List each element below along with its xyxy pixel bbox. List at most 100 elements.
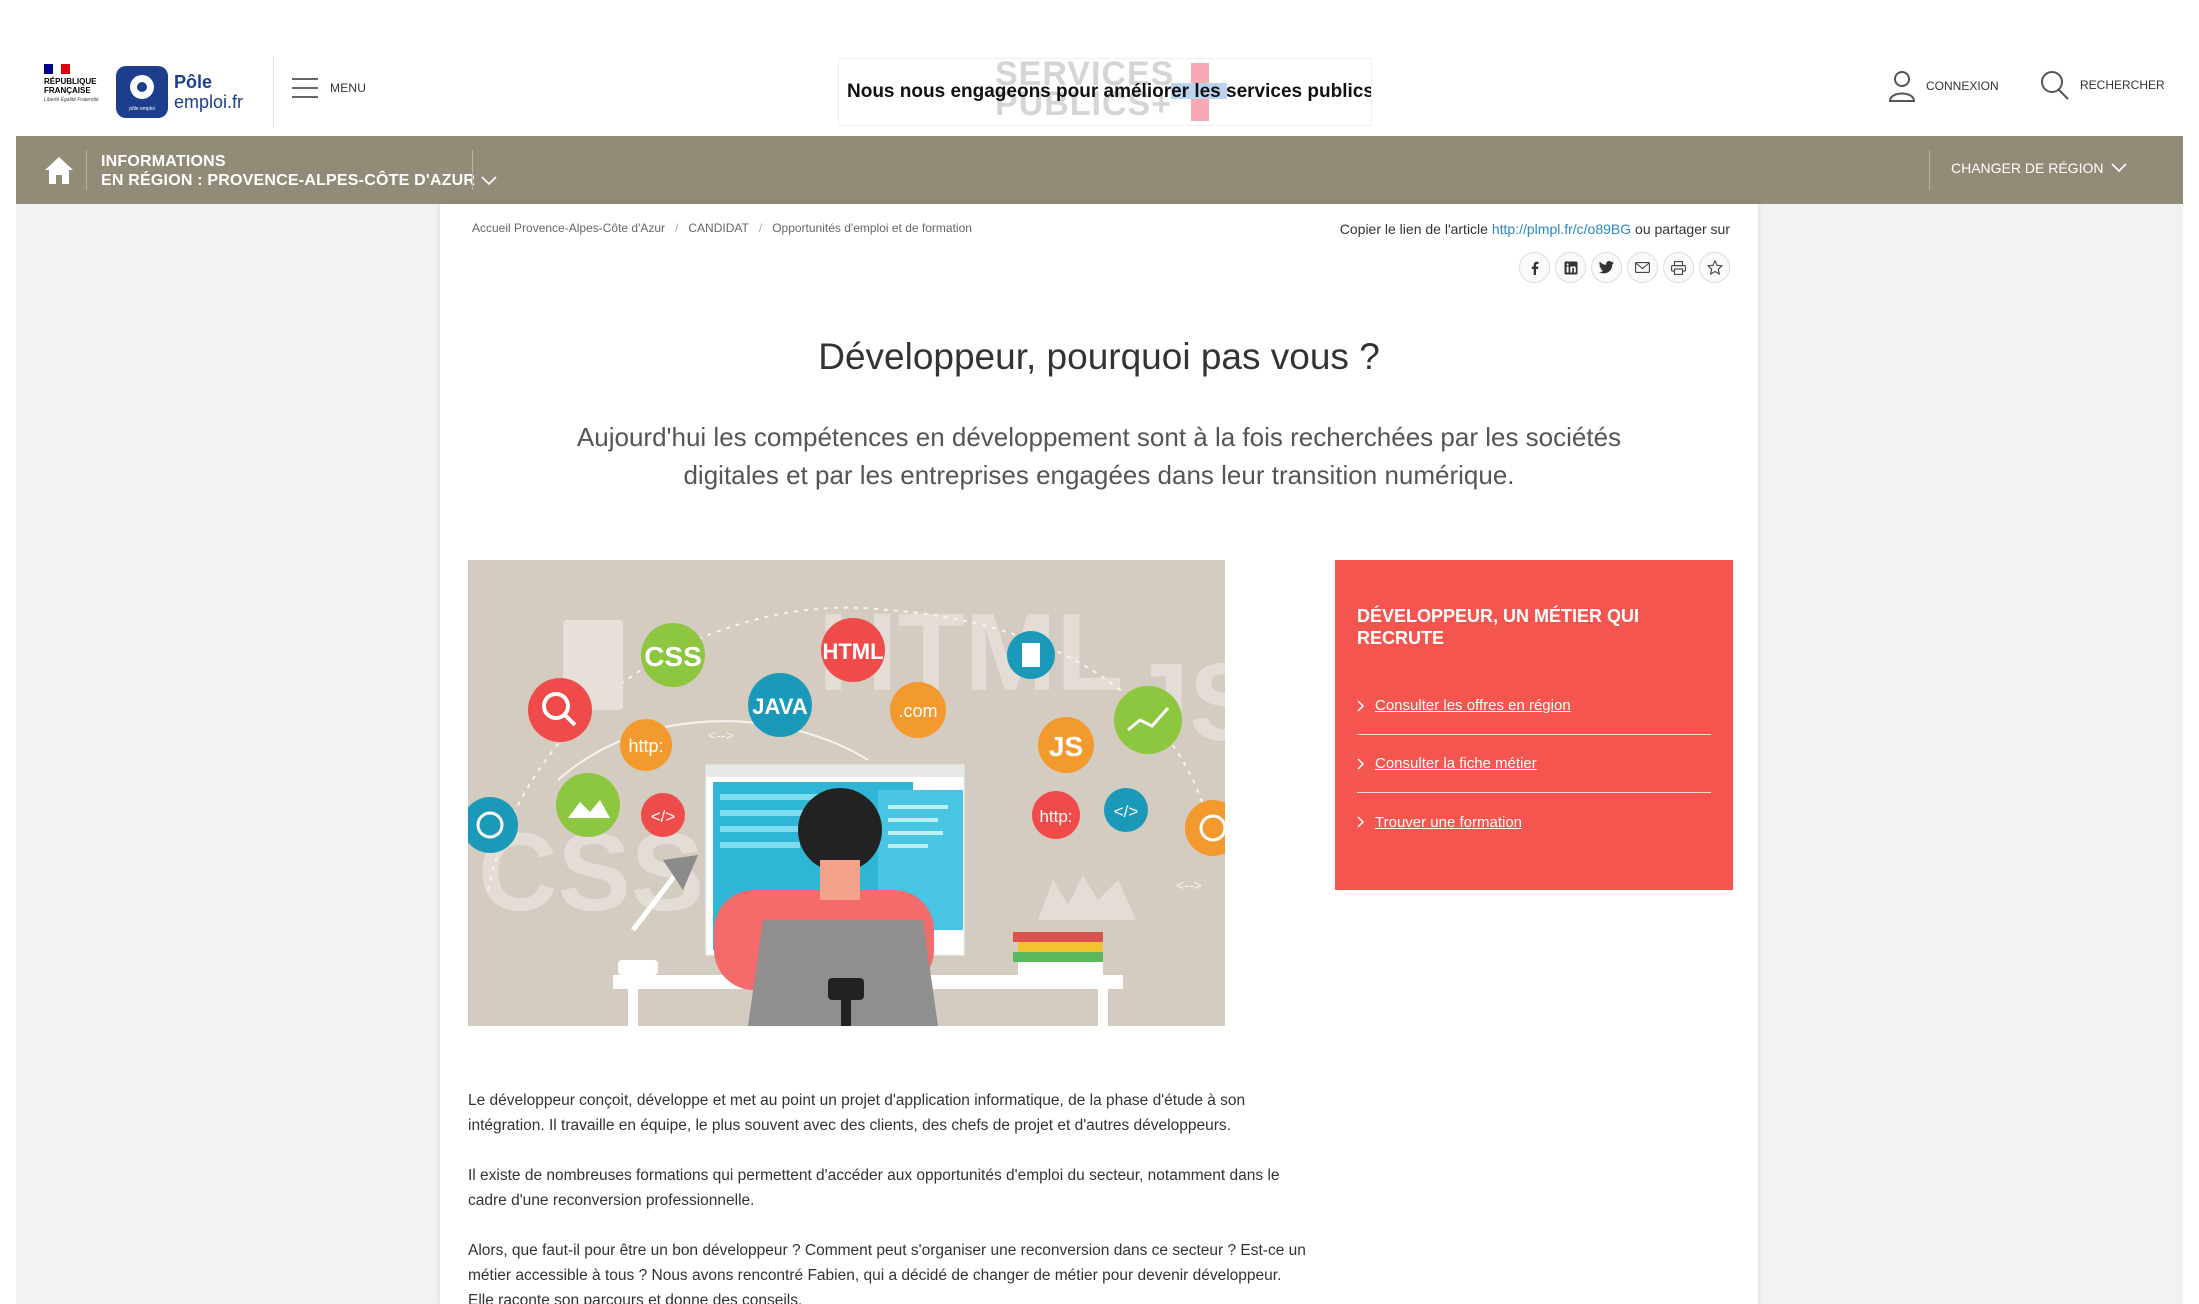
css-bubble-label: CSS [644, 641, 702, 672]
code-bubble-icon-2: </> [641, 793, 685, 837]
com-bubble-label: .com [898, 701, 937, 721]
region-bar: INFORMATIONS EN RÉGION : PROVENCE-ALPES-… [16, 136, 2183, 204]
pe-name-line1: Pôle [174, 72, 213, 92]
user-icon [1888, 71, 1916, 102]
share-suffix: ou partager sur [1635, 221, 1730, 237]
pe-name-line2: emploi.fr [174, 92, 244, 112]
breadcrumb: Accueil Provence-Alpes-Côte d'Azur / CAN… [472, 221, 972, 235]
share-facebook-button[interactable] [1519, 252, 1550, 283]
page-title: Développeur, pourquoi pas vous ? [818, 336, 1380, 377]
republique-francaise-logo[interactable]: RÉPUBLIQUE FRANÇAISE Liberté Égalité Fra… [44, 64, 114, 122]
java-bubble-label: JAVA [752, 694, 808, 719]
region-bar-divider [1929, 150, 1930, 190]
pole-emploi-logo[interactable]: pôle emploi Pôle emploi.fr [116, 66, 243, 118]
arrows-label-2: <--> [1176, 877, 1202, 893]
cta-link-offres[interactable]: Consulter les offres en région [1357, 677, 1711, 735]
email-icon [1635, 262, 1650, 273]
print-icon [1671, 260, 1686, 275]
pole-emploi-name: Pôle emploi.fr [174, 72, 243, 112]
html-bubble-label: HTML [822, 639, 883, 664]
print-button[interactable] [1663, 252, 1694, 283]
home-icon [45, 157, 73, 184]
linkedin-icon [1564, 261, 1577, 274]
cta-link-fiche-metier[interactable]: Consulter la fiche métier [1357, 735, 1711, 793]
search-bubble-icon [528, 678, 592, 742]
rf-motto: Liberté Égalité Fraternité [44, 97, 99, 103]
article-card: Accueil Provence-Alpes-Côte d'Azur / CAN… [440, 204, 1758, 1304]
region-name: EN RÉGION : PROVENCE-ALPES-CÔTE D'AZUR [101, 172, 476, 189]
chevron-down-icon [481, 175, 497, 185]
share-link[interactable]: http://plmpl.fr/c/o89BG [1492, 221, 1631, 237]
developer-illustration-art: HTML JS CSS [468, 560, 1225, 1026]
connexion-label: CONNEXION [1926, 79, 1999, 93]
menu-button[interactable]: MENU [292, 78, 366, 98]
breadcrumb-separator: / [675, 221, 679, 235]
share-prefix: Copier le lien de l'article [1339, 221, 1488, 237]
favorite-button[interactable] [1699, 252, 1730, 283]
css-bubble-icon: CSS [641, 623, 705, 687]
services-publics-banner[interactable]: SERVICES PUBLICS+ Nous nous engageons po… [838, 58, 1372, 126]
header-divider [273, 56, 274, 128]
arrows-label: <--> [708, 727, 734, 743]
pole-emploi-badge-icon: pôle emploi [116, 66, 168, 118]
breadcrumb-item-home[interactable]: Accueil Provence-Alpes-Côte d'Azur [472, 221, 665, 235]
region-bar-divider [472, 150, 473, 190]
french-flag-icon [44, 64, 71, 74]
java-bubble-icon: JAVA [748, 673, 812, 737]
region-info-label: INFORMATIONS [101, 153, 226, 170]
region-dropdown[interactable]: EN RÉGION : PROVENCE-ALPES-CÔTE D'AZUR [101, 171, 497, 190]
share-linkedin-button[interactable] [1555, 252, 1586, 283]
home-button[interactable] [42, 153, 76, 187]
rechercher-label: RECHERCHER [2080, 78, 2165, 92]
twitter-icon [1599, 261, 1614, 274]
article-paragraph: Alors, que faut-il pour être un bon déve… [468, 1242, 1306, 1304]
article-paragraph: Il existe de nombreuses formations qui p… [468, 1167, 1280, 1209]
js-bubble-label: JS [1049, 731, 1083, 762]
article-lead: Aujourd'hui les compétences en développe… [576, 422, 1622, 490]
change-region-button[interactable]: CHANGER DE RÉGION [1951, 160, 2128, 176]
cta-link-formation[interactable]: Trouver une formation [1357, 793, 1711, 851]
cta-link-label: Consulter les offres en région [1375, 697, 1571, 714]
doc-bubble-icon [1007, 631, 1055, 679]
breadcrumb-separator: / [758, 221, 763, 235]
breadcrumb-item-candidat[interactable]: CANDIDAT [688, 221, 748, 235]
cta-title: DÉVELOPPEUR, UN MÉTIER QUI RECRUTE [1357, 606, 1640, 648]
rf-text: RÉPUBLIQUE FRANÇAISE [44, 77, 97, 95]
chevron-right-icon [1357, 757, 1365, 770]
site-header: RÉPUBLIQUE FRANÇAISE Liberté Égalité Fra… [16, 48, 2183, 136]
code-bubble-icon: </> [1104, 788, 1148, 832]
breadcrumb-item-current[interactable]: Opportunités d'emploi et de formation [772, 221, 972, 235]
facebook-icon [1531, 261, 1538, 275]
developer-illustration: HTML JS CSS [468, 560, 1225, 1026]
share-icons [1519, 252, 1730, 283]
com-bubble-icon: .com [890, 682, 946, 738]
share-bar: Copier le lien de l'article http://plmpl… [1340, 221, 1730, 237]
html-bubble-icon: HTML [821, 618, 885, 682]
services-publics-text: Nous nous engageons pour améliorer les s… [847, 81, 1372, 102]
image-bubble-icon [556, 773, 620, 837]
menu-label: MENU [330, 81, 367, 95]
region-info: INFORMATIONS EN RÉGION : PROVENCE-ALPES-… [101, 152, 497, 190]
share-twitter-button[interactable] [1591, 252, 1622, 283]
cta-link-label: Trouver une formation [1375, 813, 1523, 831]
http-bubble-label: http: [628, 736, 663, 756]
hamburger-icon [292, 78, 318, 98]
search-icon [2041, 71, 2069, 100]
cta-box: DÉVELOPPEUR, UN MÉTIER QUI RECRUTE Consu… [1335, 560, 1733, 890]
code-bubble-label: </> [1114, 802, 1139, 821]
article-paragraph: Le développeur conçoit, développe et met… [468, 1092, 1246, 1134]
code-bubble-label-2: </> [651, 807, 676, 826]
share-email-button[interactable] [1627, 252, 1658, 283]
chevron-right-icon [1357, 816, 1365, 828]
chart-bubble-icon [1114, 686, 1182, 754]
cta-link-label: Consulter la fiche métier [1375, 755, 1537, 772]
change-region-label: CHANGER DE RÉGION [1951, 160, 2104, 176]
search-button[interactable]: RECHERCHER [2040, 70, 2165, 100]
chevron-down-icon [2111, 163, 2128, 173]
http-bubble-icon-2: http: [1032, 791, 1080, 839]
star-icon [1706, 260, 1723, 275]
region-bar-divider [86, 150, 87, 190]
connexion-button[interactable]: CONNEXION [1888, 70, 1999, 102]
article-body: Le développeur conçoit, développe et met… [468, 1088, 1308, 1304]
js-bubble-icon: JS [1038, 717, 1094, 773]
